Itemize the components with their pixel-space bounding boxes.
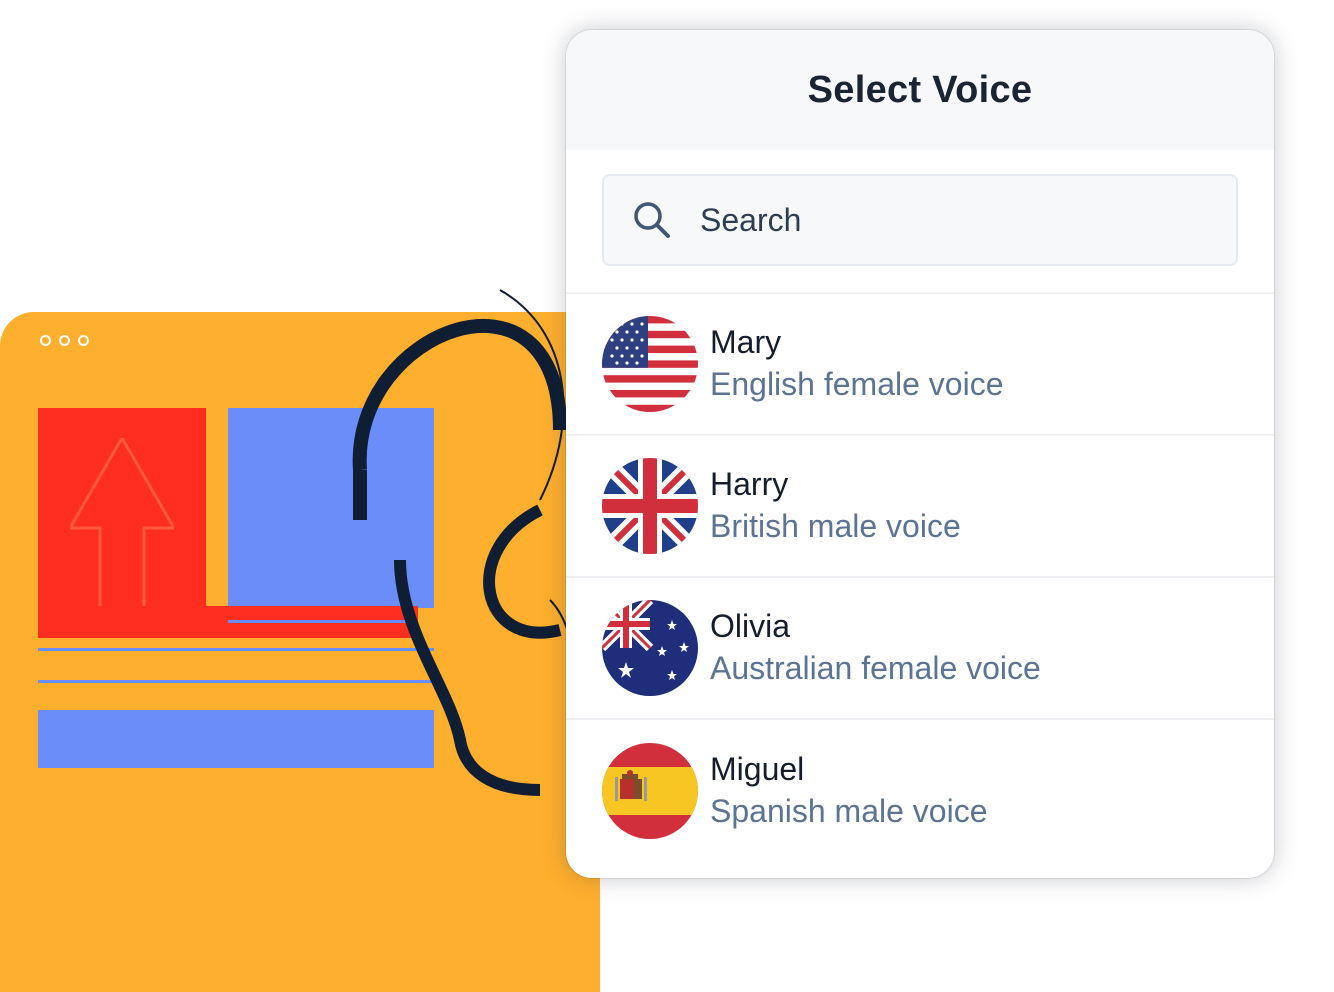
voice-text: Miguel Spanish male voice [710,749,987,833]
dialog-title: Select Voice [807,68,1033,111]
voice-name: Miguel [710,751,805,787]
search-icon [634,202,670,238]
headset-icon [352,289,577,796]
voice-text: Mary English female voice [710,322,1003,406]
voice-list: Mary English female voice Harry British … [566,294,1274,862]
search-input[interactable] [698,200,1222,240]
window-dot [78,335,89,346]
spain-flag-icon [602,743,698,839]
us-flag-icon [602,316,698,412]
voice-description: English female voice [710,366,1004,402]
window-controls-icon [40,335,89,346]
search-box[interactable] [602,174,1238,266]
search-section [566,150,1274,294]
voice-text: Harry British male voice [710,464,961,548]
uk-flag-icon [602,458,698,554]
voice-item-harry[interactable]: Harry British male voice [566,436,1274,578]
voice-text: Olivia Australian female voice [710,606,1041,690]
up-arrow-icon [70,438,174,608]
voice-description: Spanish male voice [710,793,988,829]
voice-name: Mary [710,324,782,360]
select-voice-dialog: Select Voice Search Mary English female … [566,30,1274,878]
voice-name: Harry [710,466,789,502]
australia-flag-icon [602,600,698,696]
voice-item-miguel[interactable]: Miguel Spanish male voice [566,720,1274,862]
voice-description: British male voice [710,508,961,544]
voice-item-mary[interactable]: Mary English female voice [566,294,1274,436]
window-dot [40,335,51,346]
voice-description: Australian female voice [710,650,1041,686]
voice-item-olivia[interactable]: Olivia Australian female voice [566,578,1274,720]
window-dot [59,335,70,346]
voice-name: Olivia [710,608,791,644]
dialog-header: Select Voice [566,30,1274,150]
